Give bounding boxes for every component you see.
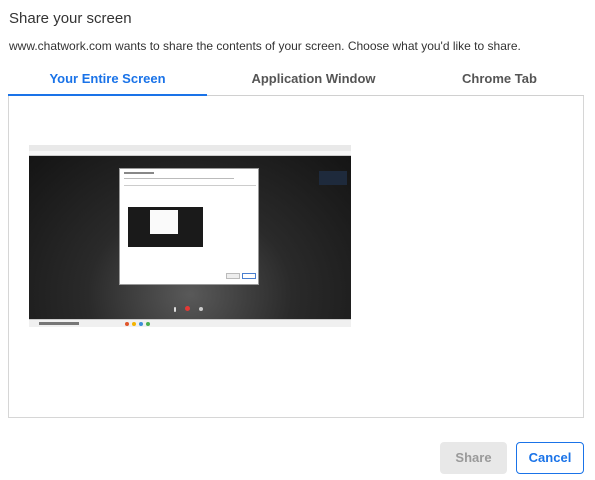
dialog-title: Share your screen — [9, 10, 132, 27]
screen-thumbnail[interactable] — [29, 145, 351, 327]
thumbnail-share-dialog — [119, 168, 259, 285]
source-tabs: Your Entire Screen Application Window Ch… — [8, 64, 584, 96]
tab-entire-screen[interactable]: Your Entire Screen — [8, 64, 207, 96]
thumbnail-mic-icon — [174, 307, 176, 312]
tab-chrome-tab[interactable]: Chrome Tab — [400, 64, 595, 96]
thumbnail-video-tile — [319, 171, 347, 185]
thumbnail-nested-screen — [128, 207, 203, 247]
thumbnail-desktop — [29, 156, 351, 319]
thumbnail-call-end-icon — [185, 306, 190, 311]
cancel-button[interactable]: Cancel — [516, 442, 584, 474]
dialog-description: www.chatwork.com wants to share the cont… — [9, 39, 521, 53]
tab-application-window[interactable]: Application Window — [214, 64, 413, 96]
thumbnail-cam-icon — [199, 307, 203, 311]
share-button[interactable]: Share — [440, 442, 507, 474]
source-picker-panel — [8, 96, 584, 418]
thumbnail-taskbar — [29, 319, 351, 327]
